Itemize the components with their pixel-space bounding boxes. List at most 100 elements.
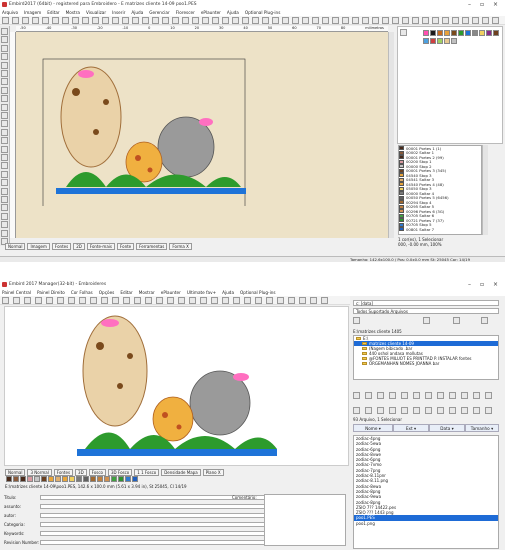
new-folder-icon[interactable]	[423, 317, 430, 324]
color-list-scrollbar[interactable]	[482, 145, 488, 235]
view-tab[interactable]: 2D	[73, 243, 85, 250]
folder-icon[interactable]	[400, 29, 407, 36]
toolbar-button[interactable]	[362, 17, 369, 24]
toolbar-button[interactable]	[266, 297, 273, 304]
toolbar-button[interactable]	[222, 17, 229, 24]
toolbar-button[interactable]	[432, 17, 439, 24]
form-input[interactable]	[40, 539, 290, 545]
toolbar-button[interactable]	[299, 297, 306, 304]
tool-button[interactable]	[1, 145, 8, 153]
toolbar-button[interactable]	[182, 17, 189, 24]
close-icon-2[interactable]: ×	[493, 281, 498, 288]
tool-button[interactable]	[1, 187, 8, 195]
menu-item[interactable]: Mostra	[66, 10, 80, 15]
toolbar-button[interactable]	[482, 17, 489, 24]
toolbar-button[interactable]	[382, 17, 389, 24]
toolbar-button[interactable]	[123, 297, 130, 304]
view-tab[interactable]: Normal	[5, 243, 26, 250]
color-swatch[interactable]	[443, 30, 450, 36]
color-swatch[interactable]	[436, 38, 443, 44]
toolbar-button[interactable]	[13, 297, 20, 304]
file-list[interactable]: zodiac-4png zodiac-5ewa zodiac-6png zodiac-…	[353, 435, 499, 549]
toolbar-button[interactable]	[192, 17, 199, 24]
toolbar-button[interactable]	[102, 17, 109, 24]
toolbar-button[interactable]	[142, 17, 149, 24]
toolbar-button[interactable]	[202, 17, 209, 24]
menu-item[interactable]: Arquivo	[2, 10, 18, 15]
toolbar-button[interactable]	[134, 297, 141, 304]
view-tab[interactable]: Fonte	[116, 243, 135, 250]
menu-item[interactable]: Painel Direito	[37, 290, 65, 295]
file-action-button[interactable]	[425, 392, 432, 399]
toolbar-button[interactable]	[272, 17, 279, 24]
vertical-scrollbar[interactable]	[388, 32, 394, 238]
view-tab[interactable]: Fontes	[53, 469, 74, 476]
tool-button[interactable]	[1, 86, 8, 94]
menu-item[interactable]: Opções	[99, 290, 115, 295]
menu-item[interactable]: Gerenciar	[149, 10, 169, 15]
filetype-select[interactable]: Todos Suportado Arquivos	[353, 308, 499, 314]
color-swatch[interactable]	[471, 30, 478, 36]
toolbar-button[interactable]	[156, 297, 163, 304]
tool-button[interactable]	[1, 61, 8, 69]
color-swatch[interactable]	[478, 30, 485, 36]
color-swatch[interactable]	[443, 38, 450, 44]
tool-button[interactable]	[1, 95, 8, 103]
file-action-button[interactable]	[485, 407, 492, 414]
view-tab[interactable]: Imagem	[27, 243, 50, 250]
tool-button[interactable]	[1, 162, 8, 170]
maximize-icon[interactable]: ▫	[480, 1, 484, 8]
menu-item[interactable]: Cor Folhas	[71, 290, 93, 295]
color-swatch[interactable]	[450, 38, 457, 44]
color-swatch[interactable]	[457, 30, 464, 36]
toolbar-button[interactable]	[79, 297, 86, 304]
color-row[interactable]: 00801 Saltar 7	[399, 227, 481, 232]
file-action-button[interactable]	[425, 407, 432, 414]
file-action-button[interactable]	[413, 392, 420, 399]
tool-button[interactable]	[1, 103, 8, 111]
file-action-button[interactable]	[389, 392, 396, 399]
toolbar-button[interactable]	[222, 297, 229, 304]
minimize-icon-2[interactable]: –	[468, 281, 471, 288]
toolbar-button[interactable]	[82, 17, 89, 24]
tool-button[interactable]	[1, 53, 8, 61]
toolbar-button[interactable]	[52, 17, 59, 24]
toolbar-button[interactable]	[24, 297, 31, 304]
toolbar-button[interactable]	[292, 17, 299, 24]
column-header[interactable]: Tamanho ▾	[465, 424, 499, 432]
menu-item[interactable]: Ajuda	[222, 290, 234, 295]
menu-item[interactable]: Ajuda	[227, 10, 239, 15]
list-view-icon[interactable]	[481, 317, 488, 324]
color-swatch[interactable]	[422, 38, 429, 44]
view-tab[interactable]: 3 Normal	[27, 469, 52, 476]
toolbar-button[interactable]	[112, 297, 119, 304]
file-action-button[interactable]	[377, 407, 384, 414]
column-header[interactable]: Data ▾	[429, 424, 465, 432]
folder-tree[interactable]: E:\ matrizes cliente 14-09 (Nagem bibicado…	[353, 335, 499, 380]
tool-button[interactable]	[1, 221, 8, 229]
drive-select[interactable]: c: [data]	[353, 300, 499, 306]
menu-item[interactable]: Mostrar	[139, 290, 155, 295]
toolbar-button[interactable]	[422, 17, 429, 24]
toolbar-button[interactable]	[252, 17, 259, 24]
tool-button[interactable]	[1, 112, 8, 119]
menu-item[interactable]: Painel Central	[2, 290, 31, 295]
file-action-button[interactable]	[377, 392, 384, 399]
column-header[interactable]: Ext ▾	[393, 424, 429, 432]
toolbar-button[interactable]	[244, 297, 251, 304]
view-tab[interactable]: Fosco	[88, 469, 107, 476]
toolbar-button[interactable]	[262, 17, 269, 24]
close-icon[interactable]: ×	[493, 1, 498, 8]
color-sequence-list[interactable]: 00001 Portes 1 (1) 00002 Saltar 1 00001 Po…	[398, 145, 482, 235]
file-action-button[interactable]	[485, 392, 492, 399]
toolbar-button[interactable]	[312, 17, 319, 24]
toolbar-button[interactable]	[472, 17, 479, 24]
toolbar-button[interactable]	[167, 297, 174, 304]
toolbar-button[interactable]	[22, 17, 29, 24]
toolbar-button[interactable]	[132, 17, 139, 24]
toolbar-button[interactable]	[57, 297, 64, 304]
toolbar-button[interactable]	[277, 297, 284, 304]
folder-up-icon[interactable]	[353, 317, 360, 324]
toolbar-button[interactable]	[145, 297, 152, 304]
toolbar-button[interactable]	[233, 297, 240, 304]
